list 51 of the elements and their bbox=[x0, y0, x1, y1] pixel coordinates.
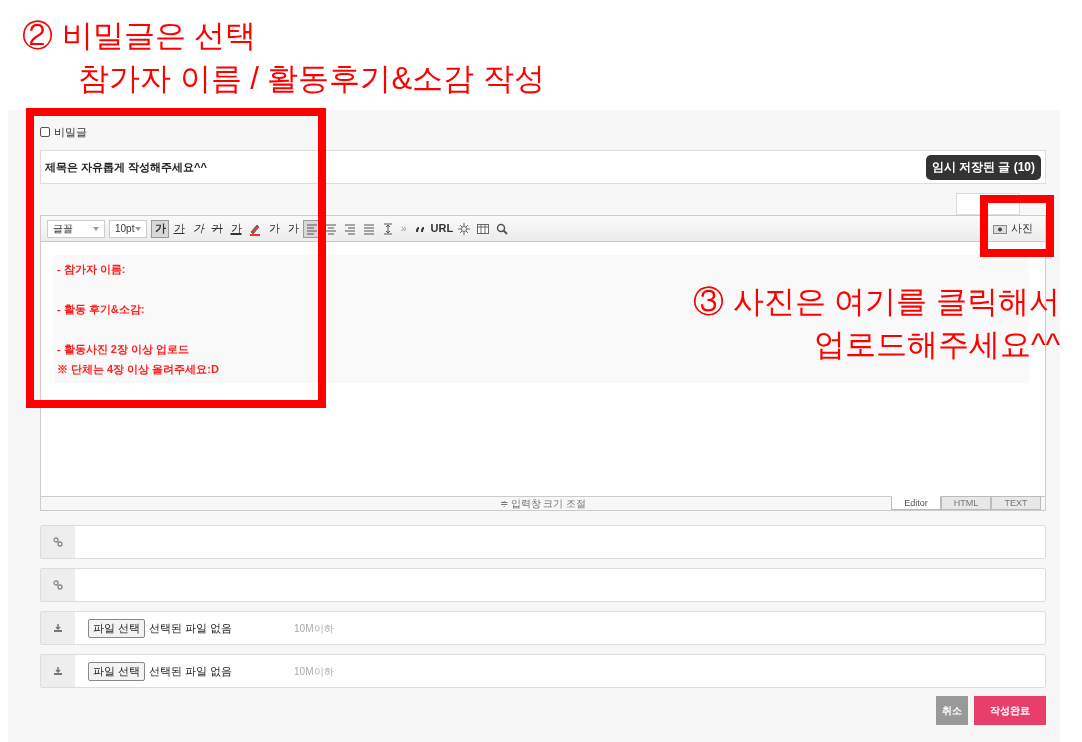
line-height-icon bbox=[381, 221, 395, 236]
format-button[interactable]: 가 bbox=[170, 219, 188, 238]
file-status: 선택된 파일 없음 bbox=[149, 620, 234, 636]
file-status: 선택된 파일 없음 bbox=[149, 663, 234, 679]
table-icon bbox=[476, 221, 491, 236]
mode-tab[interactable]: TEXT bbox=[991, 496, 1041, 510]
format-button[interactable]: 가 bbox=[151, 219, 169, 238]
resize-handle[interactable]: ≑ 입력창 크기 조절 bbox=[499, 497, 587, 510]
drafts-button[interactable]: 임시 저장된 글 (10) bbox=[925, 154, 1041, 180]
align-right-icon bbox=[343, 221, 357, 236]
size-limit: 10M이하 bbox=[294, 621, 334, 636]
link-icon bbox=[53, 580, 63, 590]
mode-tab[interactable]: Editor bbox=[891, 496, 941, 510]
download-icon bbox=[53, 666, 63, 676]
annotation-text: 참가자 이름 / 활동후기&소감 작성 bbox=[78, 60, 545, 98]
format-button[interactable]: 가 bbox=[265, 219, 283, 238]
file-field[interactable]: 파일 선택 선택된 파일 없음 10M이하 bbox=[40, 654, 1046, 688]
choose-file-button[interactable]: 파일 선택 bbox=[88, 618, 146, 638]
dropdown[interactable]: 글꼴 bbox=[47, 219, 105, 238]
link-icon bbox=[53, 537, 63, 547]
annotation-text: ③ 사진은 여기를 클릭해서 bbox=[693, 283, 1060, 321]
format-button[interactable]: 가 bbox=[208, 219, 226, 238]
dropdown[interactable]: 10pt bbox=[109, 219, 147, 238]
annotation-text: 업로드해주세요^^ bbox=[813, 326, 1060, 364]
title-field[interactable]: 제목은 자유롭게 작성해주세요^^ 임시 저장된 글 (10) bbox=[40, 150, 1046, 184]
format-button[interactable]: 가 bbox=[227, 219, 245, 238]
mode-tab[interactable]: HTML bbox=[941, 496, 991, 510]
download-icon bbox=[53, 623, 63, 633]
size-limit: 10M이하 bbox=[294, 664, 334, 679]
link-field[interactable] bbox=[40, 525, 1046, 559]
format-button[interactable]: 가 bbox=[284, 219, 302, 238]
secret-checkbox[interactable]: 비밀글 bbox=[40, 124, 1028, 140]
caret-icon bbox=[135, 226, 141, 231]
paragraph: - 활동 후기&소감: bbox=[57, 302, 146, 317]
caret-icon bbox=[93, 226, 99, 231]
choose-file-button[interactable]: 파일 선택 bbox=[88, 661, 146, 681]
format-button[interactable]: URL bbox=[429, 219, 455, 238]
asterisk-icon bbox=[457, 221, 472, 236]
submit-button[interactable]: 작성완료 bbox=[974, 696, 1046, 725]
align-center-icon bbox=[324, 221, 338, 236]
format-button[interactable]: 가 bbox=[189, 219, 207, 238]
align-left-icon bbox=[305, 221, 319, 236]
file-field[interactable]: 파일 선택 선택된 파일 없음 10M이하 bbox=[40, 611, 1046, 645]
annotation-text: ② 비밀글은 선택 bbox=[22, 17, 257, 55]
search-icon bbox=[495, 221, 510, 236]
photo-button[interactable]: 사진 bbox=[986, 217, 1039, 240]
link-field[interactable] bbox=[40, 568, 1046, 602]
paragraph: - 참가자 이름: bbox=[57, 262, 127, 277]
camera-icon bbox=[993, 223, 1007, 234]
justify-icon bbox=[362, 221, 376, 236]
paragraph: - 활동사진 2장 이상 업로드 ※ 단체는 4장 이상 올려주세요:D bbox=[57, 342, 219, 377]
